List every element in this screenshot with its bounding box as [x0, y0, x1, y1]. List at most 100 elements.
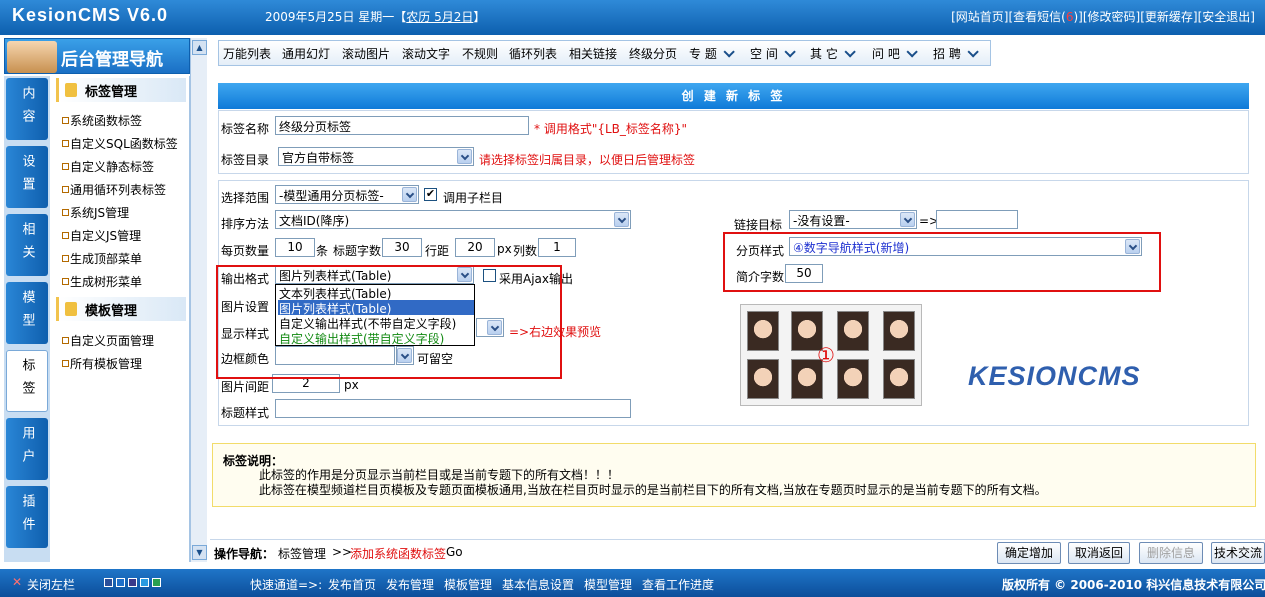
close-left-panel[interactable]: 关闭左栏 — [27, 576, 75, 593]
nav-item-custom-static-tags[interactable]: 自定义静态标签 — [61, 158, 154, 175]
left-nav: 标签管理 系统函数标签 自定义SQL函数标签 自定义静态标签 通用循环列表标签 … — [50, 76, 190, 562]
title-style-input[interactable] — [275, 399, 631, 418]
tab-slideshow[interactable]: 通用幻灯 — [282, 45, 330, 62]
vtab-tags[interactable]: 标签 — [6, 350, 48, 412]
include-subcolumns-label: 调用子栏目 — [443, 191, 504, 205]
link-change-password[interactable]: [修改密码] — [1083, 10, 1140, 24]
link-logout[interactable]: [安全退出] — [1198, 10, 1255, 24]
scroll-up-icon[interactable]: ▲ — [192, 40, 207, 55]
quick-publish-home[interactable]: 发布首页 — [328, 576, 376, 593]
theme-swatch[interactable] — [128, 578, 137, 587]
tab-jobs[interactable]: 招 聘 — [933, 45, 975, 62]
confirm-add-button[interactable]: 确定增加 — [997, 542, 1061, 564]
vtab-settings[interactable]: 设置 — [6, 146, 48, 208]
nav-item-all-templates[interactable]: 所有模板管理 — [61, 355, 142, 372]
link-target-input[interactable] — [936, 210, 1018, 229]
scroll-down-icon[interactable]: ▼ — [192, 545, 207, 560]
delete-info-button: 删除信息 — [1139, 542, 1203, 564]
hand-icon — [65, 302, 77, 316]
cols-label: 列数 — [513, 244, 538, 258]
op-label: 操作导航： — [214, 547, 275, 561]
tab-scroll-text[interactable]: 滚动文字 — [402, 45, 450, 62]
vtab-plugins[interactable]: 插件 — [6, 486, 48, 548]
theme-swatch[interactable] — [152, 578, 161, 587]
link-site-home[interactable]: [网站首页] — [951, 10, 1008, 24]
vtab-content[interactable]: 内容 — [6, 78, 48, 140]
tab-ultimate-paging[interactable]: 终级分页 — [629, 45, 677, 62]
tab-scroll-images[interactable]: 滚动图片 — [342, 45, 390, 62]
tab-others[interactable]: 其 它 — [810, 45, 852, 62]
quick-label: 快速通道=>: — [250, 578, 323, 592]
tab-irregular[interactable]: 不规则 — [462, 45, 498, 62]
nav-item-custom-sql-tags[interactable]: 自定义SQL函数标签 — [62, 135, 178, 152]
photo-thumbnail — [883, 311, 915, 351]
group-tag-management[interactable]: 标签管理 — [56, 78, 186, 102]
tech-exchange-button[interactable]: 技术交流 — [1211, 542, 1265, 564]
tab-space[interactable]: 空 间 — [750, 45, 792, 62]
form-caption: 创 建 新 标 签 — [218, 83, 1249, 109]
scope-label: 选择范围 — [221, 191, 270, 205]
tag-description: 标签说明： 此标签的作用是分页显示当前栏目或是当前专题下的所有文档！！！ 此标签… — [212, 443, 1256, 507]
tag-dir-select[interactable]: 官方自带标签 — [278, 147, 474, 166]
op-path-1[interactable]: 标签管理 — [278, 545, 326, 562]
spacing-unit: px — [344, 378, 359, 392]
nav-item-loop-list-tags[interactable]: 通用循环列表标签 — [61, 181, 166, 198]
nav-item-system-function-tags[interactable]: 系统函数标签 — [61, 112, 142, 129]
tab-ask[interactable]: 问 吧 — [872, 45, 914, 62]
op-path-2: 添加系统函数标签 — [350, 547, 447, 561]
vtab-users[interactable]: 用户 — [6, 418, 48, 480]
quick-work-progress[interactable]: 查看工作进度 — [642, 576, 714, 593]
note-line-2: 此标签在模型频道栏目页模板及专题页面模板通用,当放在栏目页时显示的是当前栏目下的… — [259, 483, 1047, 497]
nav-item-top-menu[interactable]: 生成顶部菜单 — [61, 250, 142, 267]
marker-one: ① — [817, 343, 835, 367]
quick-model-manage[interactable]: 模型管理 — [584, 576, 632, 593]
highlight-box-paging — [723, 232, 1161, 292]
spacing-label: 图片间距 — [221, 380, 270, 394]
group-template-management[interactable]: 模板管理 — [56, 297, 186, 321]
perpage-input[interactable]: 10 — [275, 238, 315, 257]
vtab-related[interactable]: 相关 — [6, 214, 48, 276]
nav-scrollbar[interactable]: ▲ ▼ — [190, 38, 207, 562]
link-messages[interactable]: [查看短信( — [1008, 10, 1065, 24]
tag-type-tabs: 万能列表 通用幻灯 滚动图片 滚动文字 不规则 循环列表 相关链接 终级分页 专… — [218, 40, 991, 66]
quick-template-manage[interactable]: 模板管理 — [444, 576, 492, 593]
sort-select[interactable]: 文档ID(降序) — [275, 210, 631, 229]
dir-hint: 请选择标签归属目录，以便日后管理标签 — [479, 153, 696, 167]
link-target-select[interactable]: -没有设置- — [789, 210, 917, 229]
close-icon[interactable]: ✕ — [12, 575, 22, 589]
tab-loop-list[interactable]: 循环列表 — [509, 45, 557, 62]
nav-item-custom-pages[interactable]: 自定义页面管理 — [61, 332, 154, 349]
tab-topics[interactable]: 专 题 — [689, 45, 731, 62]
op-go[interactable]: Go — [446, 545, 463, 559]
quick-basic-settings[interactable]: 基本信息设置 — [502, 576, 574, 593]
photo-thumbnail — [883, 359, 915, 399]
quick-publish-manage[interactable]: 发布管理 — [386, 576, 434, 593]
title-style-label: 标题样式 — [221, 406, 270, 420]
include-subcolumns-checkbox[interactable]: ✔ — [424, 188, 437, 201]
photo-thumbnail — [837, 311, 869, 351]
scope-select[interactable]: -模型通用分页标签- — [275, 185, 419, 204]
tag-name-input[interactable]: 终级分页标签 — [275, 116, 529, 135]
nav-item-system-js[interactable]: 系统JS管理 — [61, 204, 129, 221]
nav-item-tree-menu[interactable]: 生成树形菜单 — [61, 273, 142, 290]
rowgap-input[interactable]: 20 — [455, 238, 495, 257]
lunar-date[interactable]: 农历 5月2日 — [406, 10, 473, 24]
tab-related-links[interactable]: 相关链接 — [569, 45, 617, 62]
app-logo: KesionCMS V6.0 — [12, 5, 169, 25]
nav-item-custom-js[interactable]: 自定义JS管理 — [61, 227, 141, 244]
vtab-model[interactable]: 模型 — [6, 282, 48, 344]
kesion-logo: KESIONCMS — [968, 361, 1141, 391]
theme-swatch[interactable] — [140, 578, 149, 587]
date-display: 2009年5月25日 星期一【农历 5月2日】 — [265, 10, 486, 24]
tab-universal-list[interactable]: 万能列表 — [223, 45, 271, 62]
hand-icon — [65, 83, 77, 97]
titlelen-input[interactable]: 30 — [382, 238, 422, 257]
titlelen-label: 标题字数 — [333, 244, 382, 258]
theme-swatch[interactable] — [104, 578, 113, 587]
cancel-return-button[interactable]: 取消返回 — [1068, 542, 1130, 564]
theme-swatch[interactable] — [116, 578, 125, 587]
cols-input[interactable]: 1 — [538, 238, 576, 257]
dir-label: 标签目录 — [221, 153, 270, 167]
link-refresh-cache[interactable]: [更新缓存] — [1140, 10, 1197, 24]
copyright: 版权所有 © 2006-2010 科兴信息技术有限公司 — [1002, 578, 1265, 592]
